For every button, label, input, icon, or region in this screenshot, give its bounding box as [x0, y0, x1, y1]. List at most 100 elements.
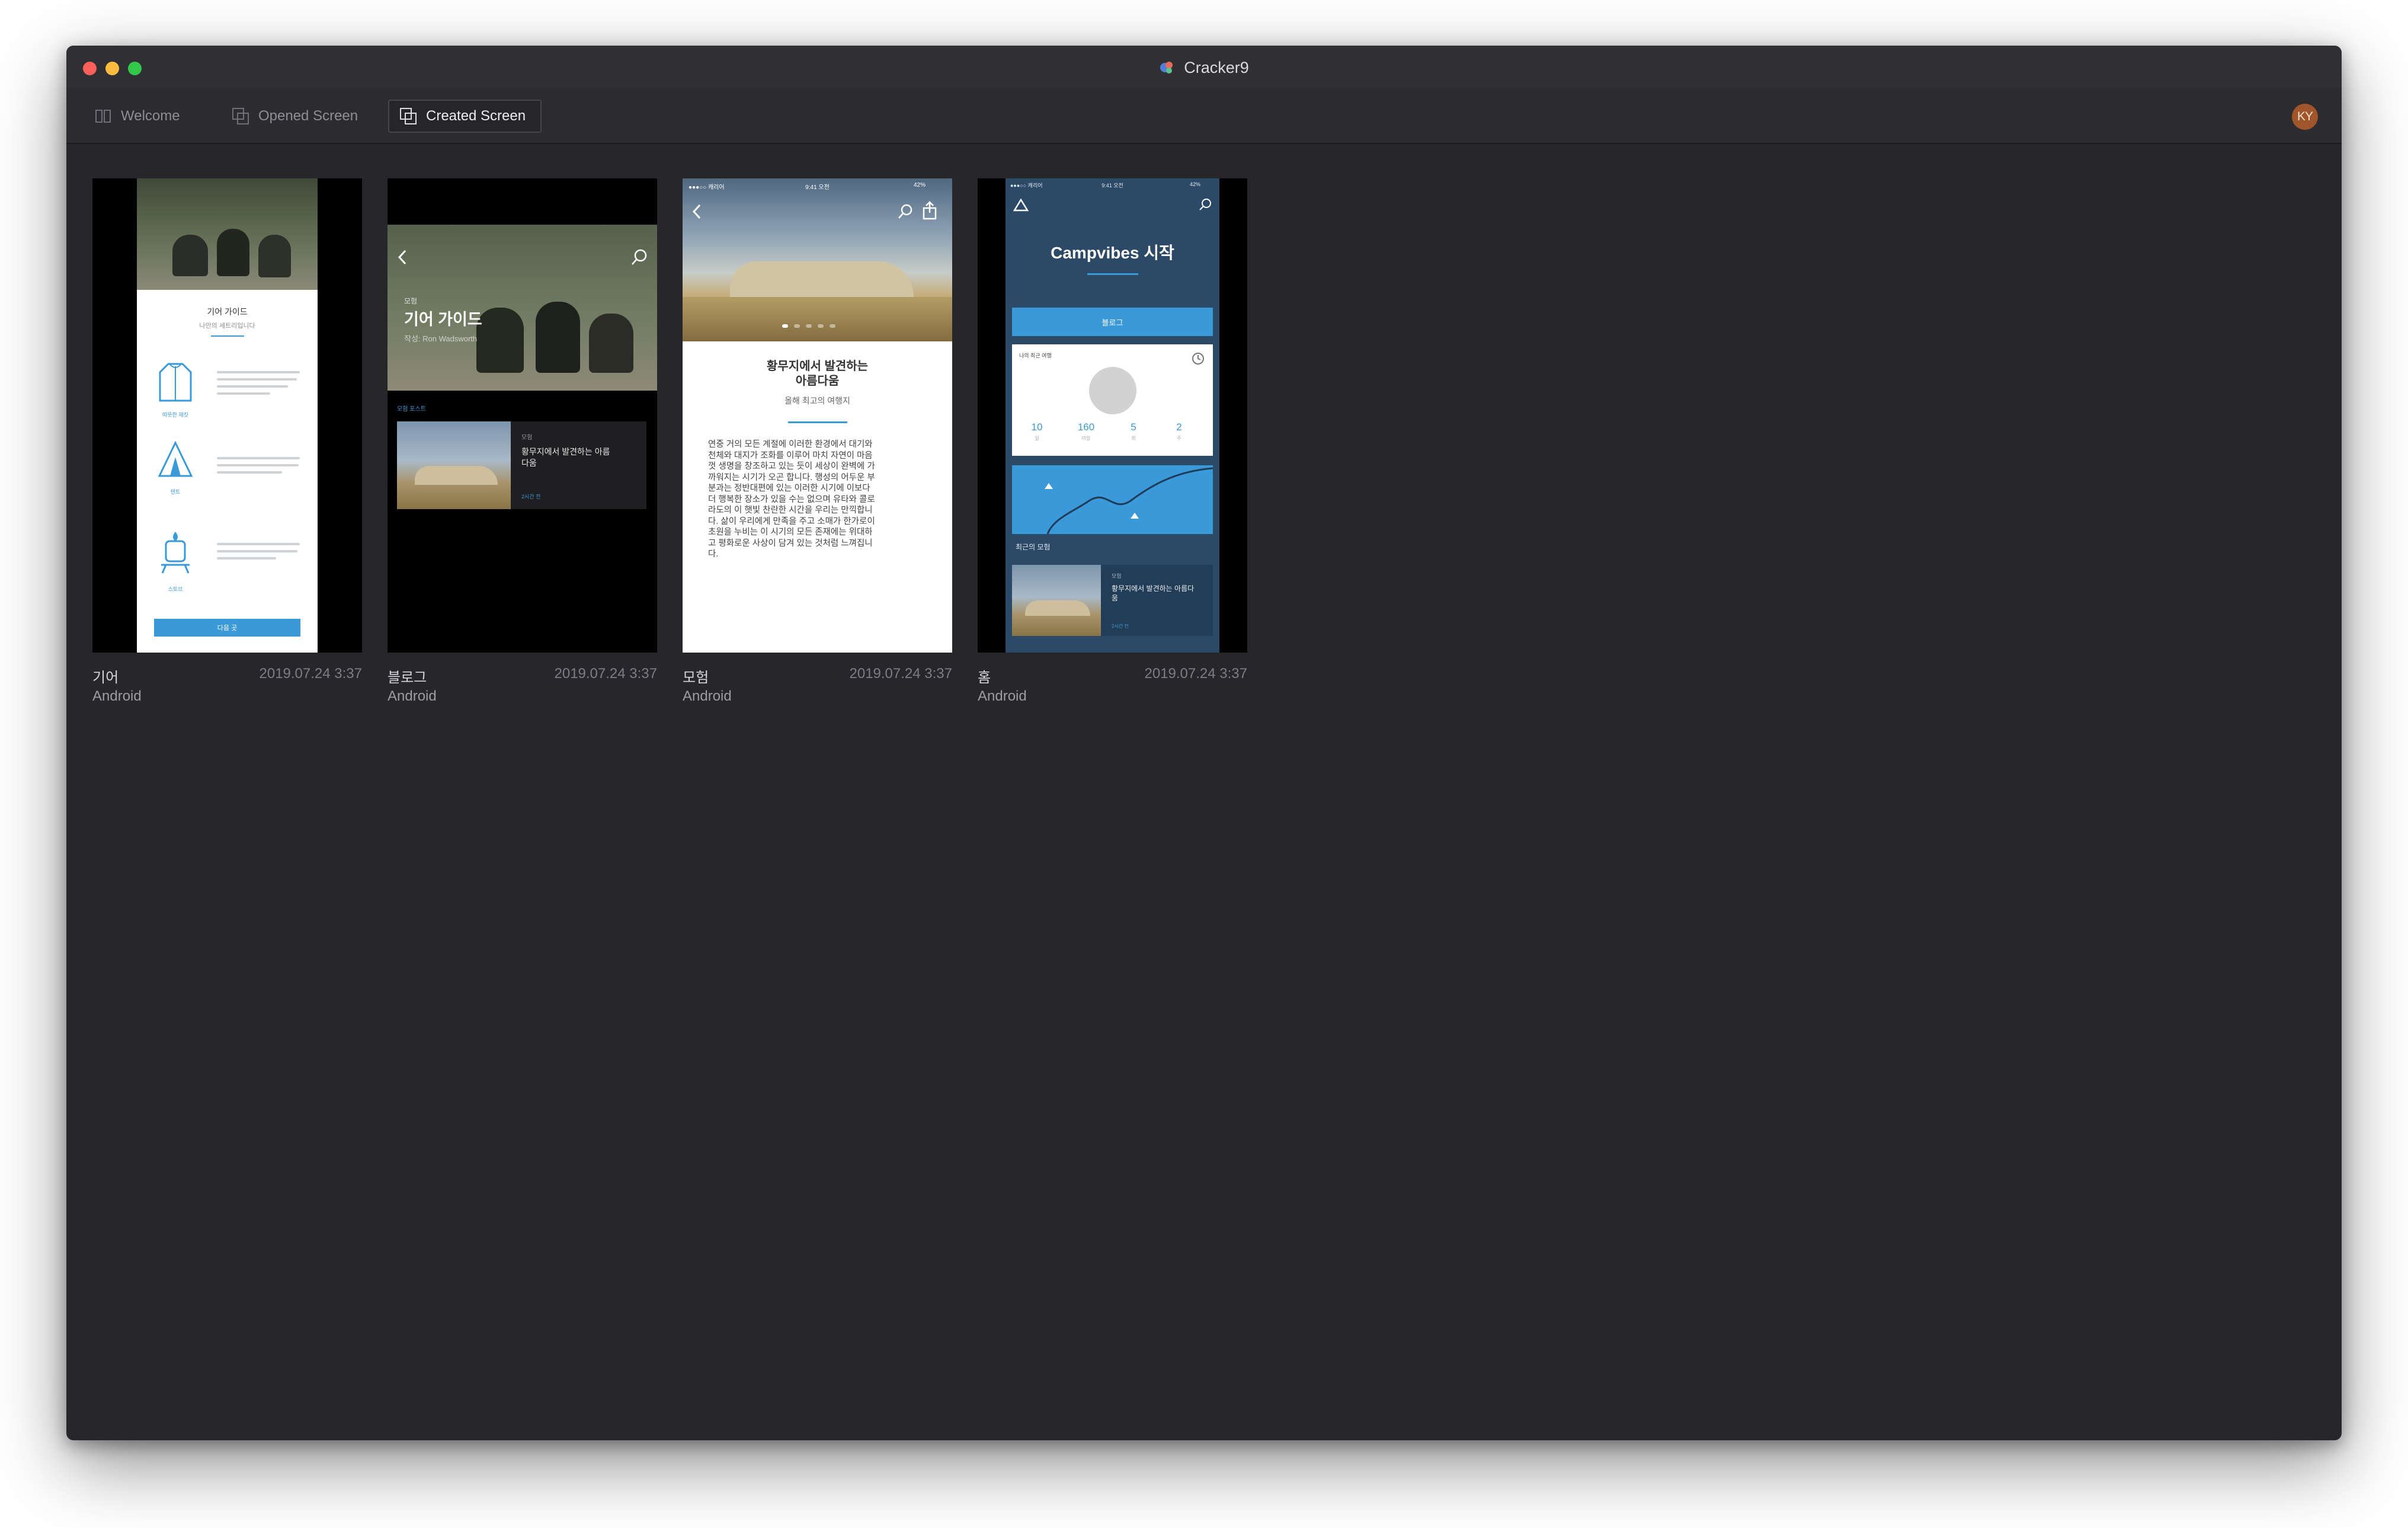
body-line: 까워지는 시기가 오곤 합니다. 행성의 어두운 부: [708, 472, 875, 482]
gear-hero-photo: [137, 178, 318, 290]
gear-divider: [211, 335, 244, 337]
carousel-dot: [806, 324, 812, 328]
card-name: 홈: [978, 670, 991, 686]
tab-welcome-label: Welcome: [121, 108, 180, 124]
gear-item-label: 스토브: [168, 586, 183, 592]
blog-post-title: 황무지에서 발견하는 아름다움: [521, 447, 610, 468]
app-logo-icon: [1160, 62, 1173, 73]
body-line: 분과는 정반대편에 있는 이러한 시기에 이보다: [708, 484, 870, 493]
home-recent-label: 최근의 모험: [1016, 543, 1051, 551]
campvibes-logo-icon: [1013, 199, 1029, 212]
home-blog-button: 블로그: [1012, 308, 1213, 336]
opened-screen-icon: [232, 108, 249, 124]
search-icon: [898, 204, 912, 219]
adventure-subtitle: 올해 최고의 여행지: [784, 396, 850, 405]
adventure-divider: [788, 421, 847, 423]
user-avatar[interactable]: KY: [2292, 104, 2318, 130]
body-line: 초원을 누비는 이 시기의 모든 존재에는 위대하: [708, 528, 873, 537]
body-line: 다.: [708, 549, 719, 559]
stat-unit: 일: [1035, 436, 1039, 441]
badlands-photo: [397, 421, 511, 509]
blog-section-label: 모험 포스트: [397, 406, 426, 413]
profile-placeholder: [1089, 367, 1136, 414]
stat-unit: 주: [1177, 436, 1181, 441]
card-platform: Android: [978, 688, 1027, 704]
back-icon: [692, 204, 701, 219]
card-date: 2019.07.24 3:37: [849, 666, 953, 682]
carousel-dot: [818, 324, 824, 328]
card-platform: Android: [388, 688, 437, 704]
title-bar: Cracker9: [66, 46, 2342, 90]
share-icon: [923, 201, 937, 220]
search-icon: [1199, 199, 1211, 210]
created-screen-icon: [400, 108, 417, 124]
home-divider: [1087, 273, 1138, 275]
blog-post-category: 모험: [521, 434, 533, 441]
tab-opened-screen[interactable]: Opened Screen: [222, 100, 367, 133]
status-time: 9:41 오전: [1101, 183, 1123, 188]
stat-value: 5: [1131, 421, 1136, 433]
search-icon: [632, 249, 647, 265]
screen-thumbnail-home[interactable]: ●●●○○ 캐리어 9:41 오전 42% Campvibes 시작 블로그 나…: [978, 178, 1247, 653]
blog-post-time: 2시간 전: [521, 494, 541, 500]
body-line: 껏 생명을 창조하고 있는 듯이 세상이 완벽에 가: [708, 462, 875, 471]
stat-unit: 마일: [1081, 436, 1091, 441]
adventure-body: 연중 거의 모든 계절에 이러한 환경에서 대기와 천체와 대지가 조화를 이루…: [708, 439, 933, 560]
home-stats-header: 나의 최근 여행: [1019, 353, 1052, 359]
tab-created-screen-label: Created Screen: [426, 108, 526, 124]
screen-thumbnail-blog[interactable]: 모험 기어 가이드 작성: Ron Wadsworth 모험 포스트 모험 황무…: [388, 178, 657, 653]
carousel-dot: [830, 324, 835, 328]
blog-author: 작성: Ron Wadsworth: [404, 334, 478, 343]
carousel-dot: [794, 324, 800, 328]
home-post-card: 모험 황무지에서 발견하는 아름다움 2시간 전: [1012, 565, 1213, 636]
body-line: 다. 삶이 우리에게 만족을 주고 소매가 한가로이: [708, 516, 875, 526]
blog-title: 기어 가이드: [404, 311, 482, 328]
adventure-title-line2: 아름다움: [795, 375, 840, 388]
stat-value: 2: [1176, 421, 1182, 433]
card-platform: Android: [683, 688, 732, 704]
home-post-time: 2시간 전: [1112, 624, 1129, 629]
badlands-photo: [1012, 565, 1101, 636]
stat-value: 10: [1031, 421, 1043, 433]
blog-post-card: 모험 황무지에서 발견하는 아름다움 2시간 전: [397, 421, 646, 509]
body-line: 연중 거의 모든 계절에 이러한 환경에서 대기와: [708, 440, 873, 449]
card-name: 기어: [92, 670, 119, 686]
tab-opened-screen-label: Opened Screen: [258, 108, 358, 124]
window-title-text: Cracker9: [1184, 58, 1249, 76]
card-name: 모험: [683, 670, 709, 686]
app-window: Cracker9 Welcome Opened Screen Created S…: [66, 46, 2342, 1440]
card-name: 블로그: [388, 670, 427, 686]
clock-icon: [1192, 353, 1204, 365]
status-battery: 42%: [914, 182, 926, 188]
gear-next-button: 다음 곳: [154, 619, 300, 637]
welcome-icon: [95, 110, 111, 123]
blog-category: 모험: [404, 297, 418, 305]
card-date: 2019.07.24 3:37: [1144, 666, 1248, 682]
gear-item-label: 텐트: [170, 489, 181, 495]
body-line: 고 평화로운 사상이 담겨 있는 것처럼 느껴집니: [708, 538, 873, 548]
body-line: 천체와 대지가 조화를 이루어 마치 자연이 마음: [708, 450, 873, 461]
screen-thumbnail-adventure[interactable]: ●●●○○ 캐리어 9:41 오전 42% 황무지에서 발견하는 아름다움 올해…: [683, 178, 952, 653]
carousel-dot: [782, 324, 788, 328]
back-icon: [398, 250, 406, 265]
body-line: 더 행복한 장소가 있을 수는 없으며 유타와 콜로: [708, 494, 875, 504]
home-post-title: 황무지에서 발견하는 아름다움: [1112, 584, 1195, 602]
gear-preview-title: 기어 가이드: [207, 307, 248, 317]
status-battery: 42%: [1190, 181, 1201, 187]
gear-item-label: 따뜻한 재킷: [162, 412, 188, 418]
stat-value: 160: [1077, 421, 1095, 433]
card-date: 2019.07.24 3:37: [554, 666, 658, 682]
tab-created-screen[interactable]: Created Screen: [388, 100, 542, 133]
screen-thumbnail-gear[interactable]: 기어 가이드 나만의 세트리입니다 따뜻한 재킷 텐트 스토브 다음 곳: [92, 178, 362, 653]
home-stats-card: 나의 최근 여행 10 일 160 마일 5 회 2 주: [1012, 344, 1213, 456]
body-line: 라도의 이 햇빛 찬란한 시간을 우리는 만끽합니: [708, 506, 873, 515]
gear-preview-subtitle: 나만의 세트리입니다: [199, 322, 255, 330]
window-title: Cracker9: [66, 46, 2342, 89]
trail-map: [1012, 465, 1213, 534]
tab-welcome[interactable]: Welcome: [84, 100, 190, 133]
tent-icon: [158, 440, 193, 477]
stat-unit: 회: [1131, 436, 1136, 441]
stove-icon: [161, 532, 190, 574]
tab-bar: Welcome Opened Screen Created Screen KY: [66, 89, 2342, 144]
jacket-icon: [159, 363, 192, 402]
